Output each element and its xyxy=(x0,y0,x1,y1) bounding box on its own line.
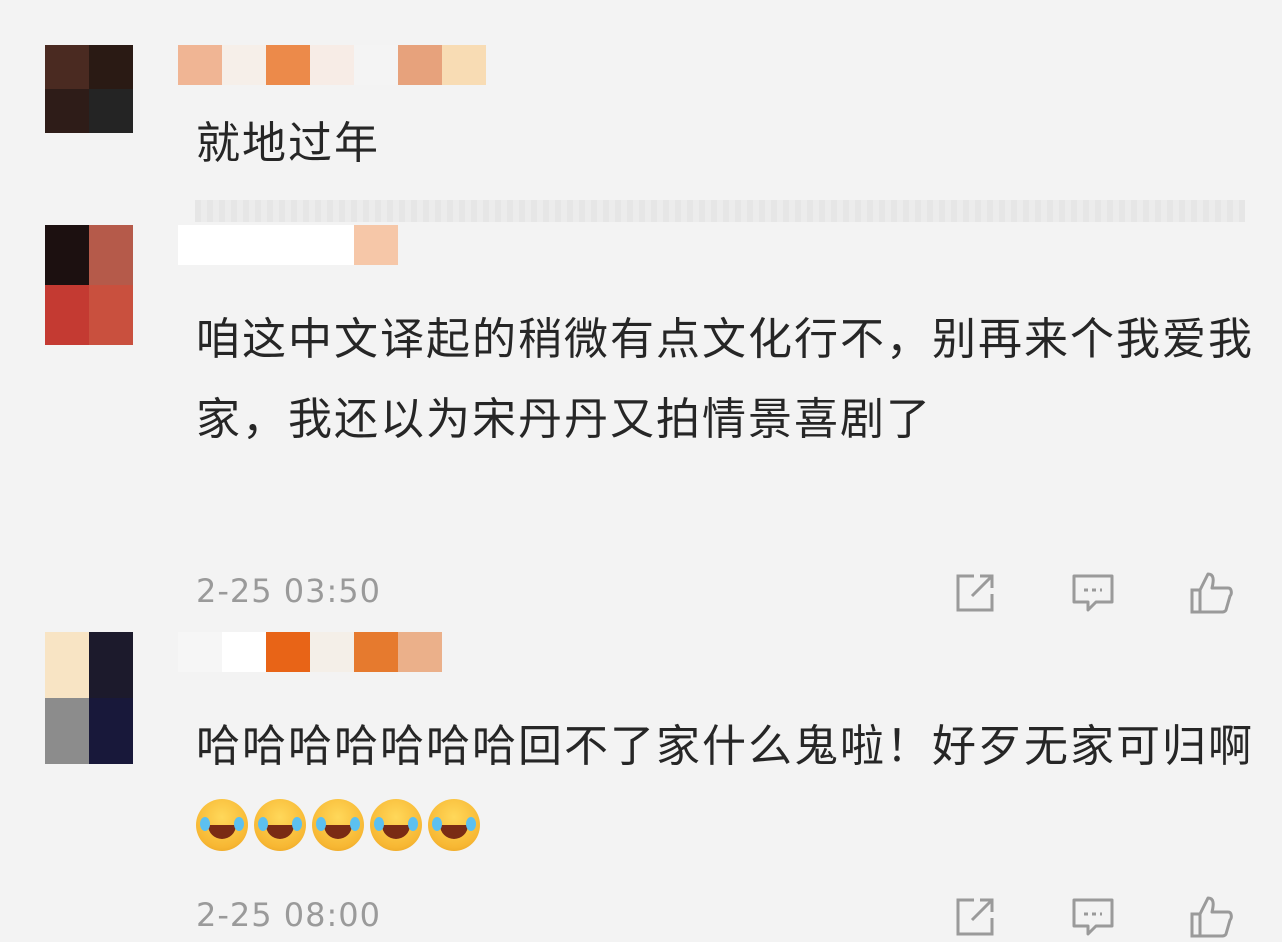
name-pixel-block xyxy=(266,632,310,672)
reply-icon[interactable] xyxy=(1068,892,1118,942)
laughing-tears-emoji xyxy=(196,799,248,851)
username-pixelated[interactable] xyxy=(178,225,398,265)
emoji-group xyxy=(196,799,486,852)
thumbs-up-icon[interactable] xyxy=(1186,568,1236,618)
username-pixelated[interactable] xyxy=(178,45,486,85)
username-pixelated[interactable] xyxy=(178,632,442,672)
laughing-tears-emoji xyxy=(370,799,422,851)
avatar[interactable] xyxy=(45,45,133,133)
name-pixel-block xyxy=(222,632,266,672)
thumbs-up-icon[interactable] xyxy=(1186,892,1236,942)
name-pixel-block xyxy=(354,632,398,672)
comment-text: 哈哈哈哈哈哈哈回不了家什么鬼啦！好歹无家可归啊 xyxy=(196,707,1256,867)
laughing-tears-emoji xyxy=(312,799,364,851)
name-pixel-block xyxy=(178,45,222,85)
share-icon[interactable] xyxy=(950,568,1000,618)
comment-text: 咱这中文译起的稍微有点文化行不，别再来个我爱我家，我还以为宋丹丹又拍情景喜剧了 xyxy=(196,314,1254,445)
comment-text: 就地过年 xyxy=(196,118,380,169)
comment-timestamp: 2-25 03:50 xyxy=(196,572,382,610)
name-pixel-block xyxy=(178,225,222,265)
reply-icon[interactable] xyxy=(1068,568,1118,618)
name-pixel-block xyxy=(442,45,486,85)
comment-actions xyxy=(950,568,1240,618)
laughing-tears-emoji xyxy=(428,799,480,851)
name-pixel-block xyxy=(354,45,398,85)
laughing-tears-emoji xyxy=(254,799,306,851)
name-pixel-block xyxy=(398,45,442,85)
name-pixel-block xyxy=(178,632,222,672)
name-pixel-block xyxy=(354,225,398,265)
comment-timestamp: 2-25 08:00 xyxy=(196,896,382,934)
name-pixel-block xyxy=(222,225,266,265)
name-pixel-block xyxy=(310,225,354,265)
name-pixel-block xyxy=(310,632,354,672)
name-pixel-block xyxy=(266,225,310,265)
comment-text-body: 哈哈哈哈哈哈哈回不了家什么鬼啦！好歹无家可归啊 xyxy=(196,721,1254,772)
share-icon[interactable] xyxy=(950,892,1000,942)
avatar[interactable] xyxy=(45,632,133,764)
name-pixel-block xyxy=(222,45,266,85)
divider xyxy=(195,200,1245,222)
name-pixel-block xyxy=(266,45,310,85)
name-pixel-block xyxy=(398,632,442,672)
name-pixel-block xyxy=(310,45,354,85)
avatar[interactable] xyxy=(45,225,133,345)
comment-actions xyxy=(950,892,1240,942)
